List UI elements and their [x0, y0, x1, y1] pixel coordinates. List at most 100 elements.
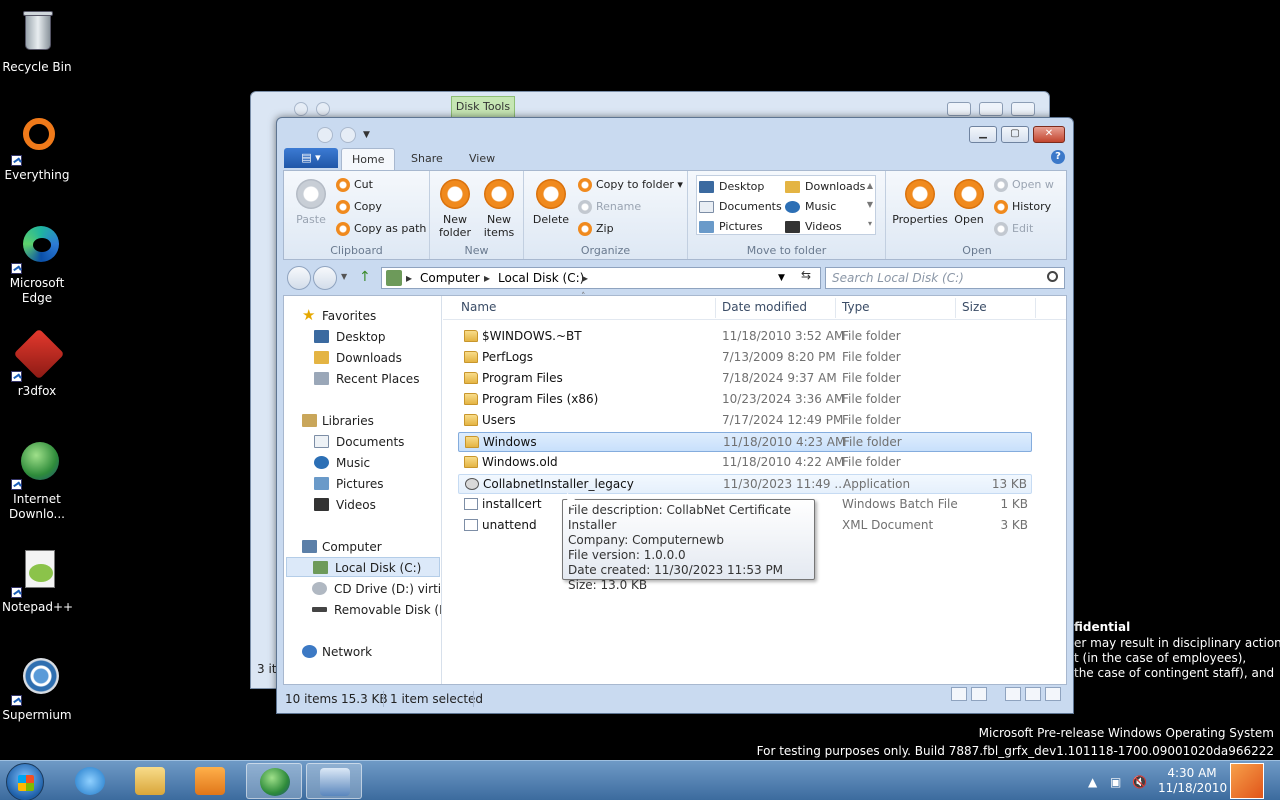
copy-path-button[interactable]: Copy as path — [336, 220, 426, 238]
file-row[interactable]: CollabnetInstaller_legacy 11/30/2023 11:4… — [458, 474, 1032, 494]
move-to-documents[interactable]: Documents — [697, 198, 782, 216]
edit-button[interactable]: Edit — [994, 220, 1033, 238]
desktop-icon-recycle-bin[interactable]: Recycle Bin — [2, 8, 72, 75]
column-size[interactable]: Size — [962, 300, 987, 314]
copy-to-folder-button[interactable]: Copy to folder ▾ — [578, 176, 683, 194]
tab-view[interactable]: View — [459, 148, 505, 170]
breadcrumb-local-disk[interactable]: Local Disk (C:) — [498, 268, 584, 288]
breadcrumb-computer[interactable]: Computer — [420, 268, 480, 288]
move-to-music[interactable]: Music — [783, 198, 836, 216]
open-with-button[interactable]: Open w — [994, 176, 1054, 194]
nav-downloads[interactable]: Downloads — [314, 348, 402, 368]
nav-local-disk[interactable]: Local Disk (C:) — [286, 557, 440, 577]
move-to-videos[interactable]: Videos — [783, 218, 842, 236]
file-row[interactable]: $WINDOWS.~BT 11/18/2010 3:52 AM File folde… — [458, 327, 1032, 347]
network-tray-icon[interactable]: ▣ — [1110, 775, 1121, 789]
search-input[interactable]: Search Local Disk (C:) — [825, 267, 1065, 289]
column-divider[interactable] — [955, 298, 956, 318]
file-row[interactable]: PerfLogs 7/13/2009 8:20 PM File folder — [458, 348, 1032, 368]
properties-button[interactable]: Properties — [892, 179, 948, 226]
refresh-icon[interactable]: ⇆ — [795, 268, 817, 286]
nav-music[interactable]: Music — [314, 453, 370, 473]
show-hidden-icons[interactable]: ▲ — [1088, 775, 1097, 789]
quick-access-icon[interactable] — [317, 127, 333, 143]
move-to-pictures[interactable]: Pictures — [697, 218, 763, 236]
volume-muted-icon[interactable]: 🔇 — [1132, 775, 1147, 789]
new-folder-button[interactable]: New folder — [434, 179, 476, 239]
tab-home[interactable]: Home — [341, 148, 396, 170]
column-date[interactable]: Date modified — [722, 300, 807, 314]
preview-pane-icon[interactable] — [1045, 687, 1061, 701]
column-divider[interactable] — [1035, 298, 1036, 318]
start-button[interactable] — [6, 763, 44, 800]
file-row[interactable]: Program Files (x86) 10/23/2024 3:36 AM Fil… — [458, 390, 1032, 410]
chevron-down-icon[interactable]: ▼ — [363, 130, 373, 140]
recent-locations-icon[interactable]: ▼ — [341, 272, 347, 281]
search-icon[interactable] — [1047, 271, 1058, 282]
copy-button[interactable]: Copy — [336, 198, 382, 216]
open-button[interactable]: Open — [948, 179, 990, 226]
nav-recent-places[interactable]: Recent Places — [314, 369, 419, 389]
nav-computer[interactable]: Computer — [302, 537, 382, 557]
desktop-icon-edge[interactable]: Microsoft Edge — [2, 224, 72, 306]
nav-favorites[interactable]: ★ Favorites — [302, 306, 376, 326]
taskbar-remote[interactable] — [306, 763, 362, 799]
explorer-window[interactable]: ▼ ▁ ▢ ✕ ▤ ▾ Home Share View ? Paste Cut … — [276, 117, 1074, 714]
move-to-desktop[interactable]: Desktop — [697, 178, 764, 196]
desktop-icon-r3dfox[interactable]: r3dfox — [2, 328, 72, 399]
taskbar-internet-explorer[interactable] — [62, 763, 118, 799]
column-name[interactable]: Name — [461, 300, 496, 314]
show-desktop-button[interactable] — [1230, 763, 1264, 799]
single-pane-icon[interactable] — [1005, 687, 1021, 701]
gallery-scroll[interactable]: ▲ ▼ ▾ — [865, 176, 875, 234]
close-button[interactable]: ✕ — [1033, 126, 1065, 143]
address-bar[interactable]: ▸ Computer ▸ Local Disk (C:) ▸ ▼ — [381, 267, 821, 289]
details-view-icon[interactable] — [951, 687, 967, 701]
preview-icon[interactable] — [971, 687, 987, 701]
taskbar-file-explorer[interactable] — [122, 763, 178, 799]
file-row[interactable]: Windows.old 11/18/2010 4:22 AM File folder — [458, 453, 1032, 473]
maximize-button[interactable]: ▢ — [1001, 126, 1029, 143]
disk-tools-tab[interactable]: Disk Tools — [451, 96, 515, 118]
nav-videos[interactable]: Videos — [314, 495, 376, 515]
quick-access-icon[interactable] — [340, 127, 356, 143]
nav-libraries[interactable]: Libraries — [302, 411, 374, 431]
maximize-button[interactable] — [979, 102, 1003, 116]
taskbar-idm[interactable] — [246, 763, 302, 799]
column-divider[interactable] — [835, 298, 836, 318]
cut-button[interactable]: Cut — [336, 176, 373, 194]
desktop-icon-idm[interactable]: Internet Downlo... — [2, 440, 72, 522]
nav-network[interactable]: Network — [302, 642, 372, 662]
address-dropdown-icon[interactable]: ▼ — [778, 268, 785, 288]
column-divider[interactable] — [715, 298, 716, 318]
taskbar-media-player[interactable] — [182, 763, 238, 799]
nav-pictures[interactable]: Pictures — [314, 474, 384, 494]
paste-button[interactable]: Paste — [290, 179, 332, 226]
desktop-icon-notepadpp[interactable]: Notepad++ — [2, 548, 73, 615]
history-button[interactable]: History — [994, 198, 1051, 216]
clock[interactable]: 4:30 AM 11/18/2010 — [1158, 766, 1227, 796]
zip-button[interactable]: Zip — [578, 220, 614, 238]
help-icon[interactable]: ? — [1051, 150, 1065, 164]
back-button[interactable] — [287, 266, 311, 290]
move-to-downloads[interactable]: Downloads — [783, 178, 865, 196]
nav-desktop[interactable]: Desktop — [314, 327, 386, 347]
new-items-button[interactable]: New items — [478, 179, 520, 239]
minimize-button[interactable] — [947, 102, 971, 116]
file-menu-button[interactable]: ▤ ▾ — [284, 148, 338, 168]
nav-removable-disk[interactable]: Removable Disk (E:) — [312, 600, 441, 620]
close-button[interactable] — [1011, 102, 1035, 116]
column-type[interactable]: Type — [842, 300, 870, 314]
tab-share[interactable]: Share — [401, 148, 453, 170]
file-row[interactable]: Windows 11/18/2010 4:23 AM File folder — [458, 432, 1032, 452]
desktop-icon-supermium[interactable]: Supermium — [2, 656, 72, 723]
delete-button[interactable]: Delete — [530, 179, 572, 226]
file-row[interactable]: Program Files 7/18/2024 9:37 AM File folde… — [458, 369, 1032, 389]
minimize-button[interactable]: ▁ — [969, 126, 997, 143]
desktop-icon-everything[interactable]: Everything — [2, 116, 72, 183]
details-pane-icon[interactable] — [1025, 687, 1041, 701]
nav-cd-drive[interactable]: CD Drive (D:) virtio-w — [312, 579, 441, 599]
up-arrow-icon[interactable]: ↑ — [359, 269, 375, 285]
nav-documents[interactable]: Documents — [314, 432, 404, 452]
forward-button[interactable] — [313, 266, 337, 290]
